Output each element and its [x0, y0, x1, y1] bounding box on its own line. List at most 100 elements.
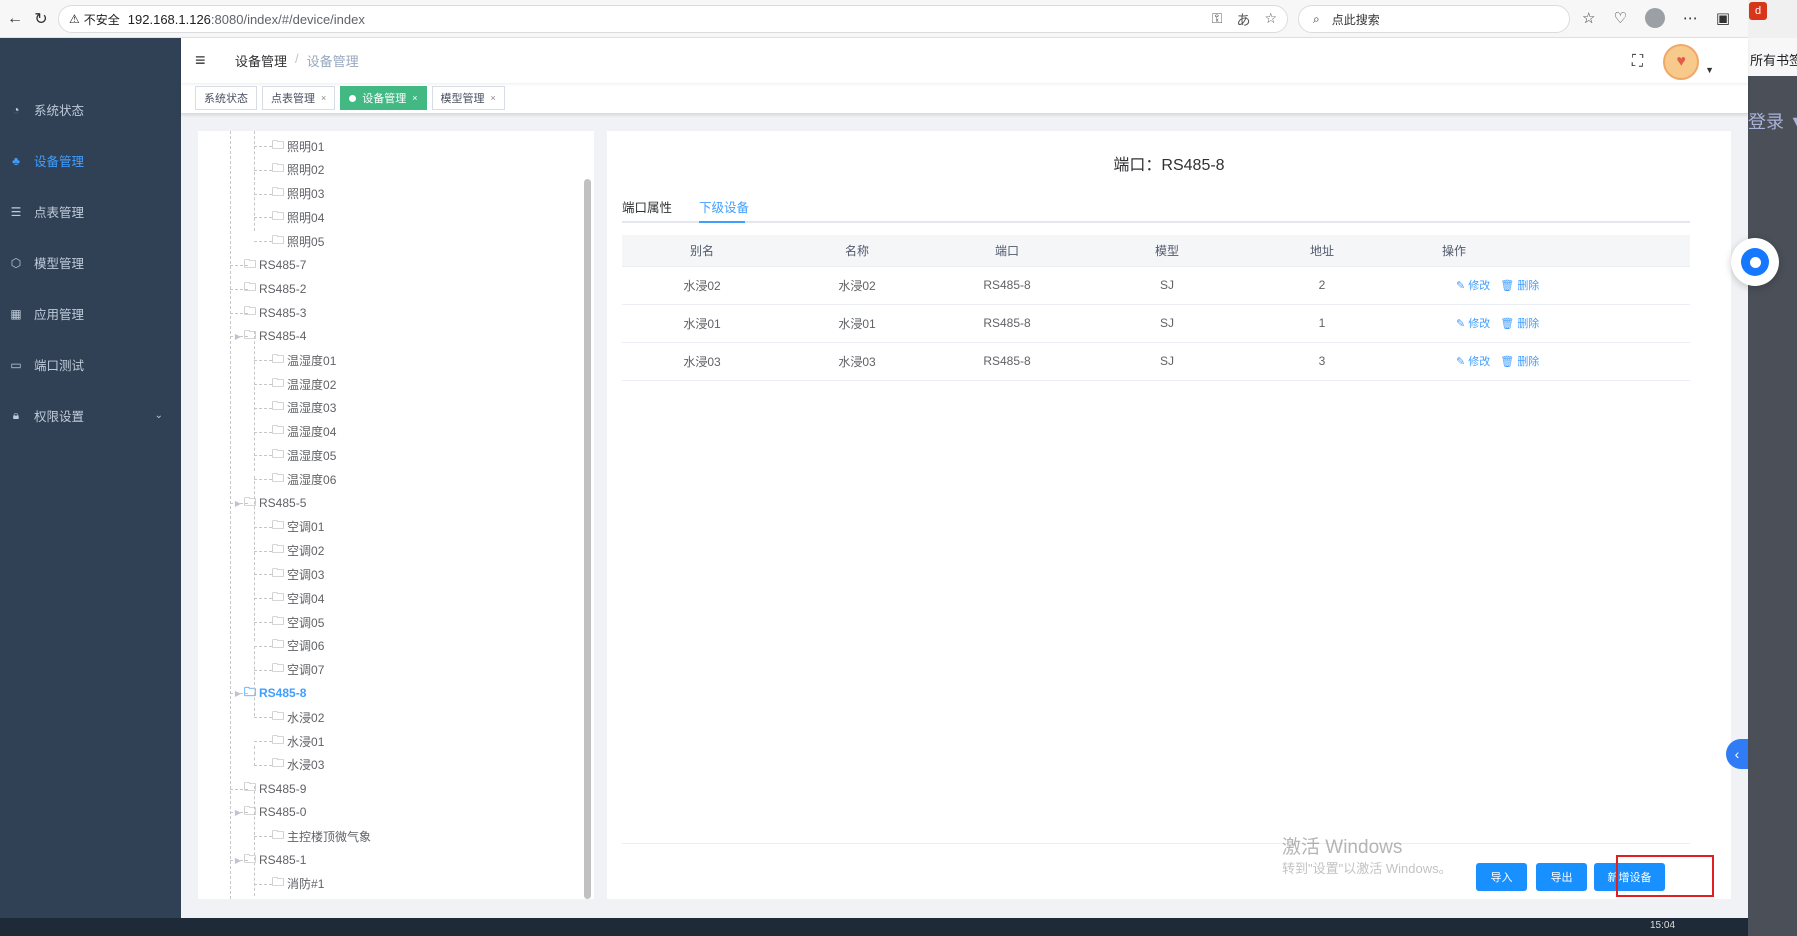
- export-button[interactable]: 导出: [1536, 863, 1587, 891]
- tree-device-node[interactable]: 🗀 空调05: [272, 611, 324, 633]
- folder-icon: 🗀: [244, 256, 257, 271]
- tree-device-node[interactable]: 🗀 空调02: [272, 540, 324, 562]
- device-tree: 🗀 照明01 🗀 照明02 🗀 照明03 🗀 照明04 🗀 照明05 🗀 RS485-7 🗀 RS485-…: [198, 131, 594, 899]
- folder-icon: 🗀: [272, 375, 285, 390]
- tree-guide-line: [254, 131, 255, 231]
- tree-device-node[interactable]: 🗀 照明01: [272, 135, 324, 157]
- folder-icon: 🗀: [272, 161, 285, 176]
- edit-icon: ✎: [1456, 318, 1466, 330]
- tree-device-node[interactable]: 🗀 水浸02: [272, 706, 324, 728]
- tree-device-node[interactable]: 🗀 空调03: [272, 563, 324, 585]
- tree-device-node[interactable]: 🗀 水浸03: [272, 754, 324, 776]
- sidebar-item-port-test[interactable]: ▭ 端口测试: [0, 339, 181, 390]
- tree-guide-line: [254, 331, 255, 471]
- import-button[interactable]: 导入: [1476, 863, 1527, 891]
- close-icon[interactable]: ×: [491, 93, 496, 103]
- tag-model-management[interactable]: 模型管理 ×: [431, 86, 505, 110]
- favorites-icon[interactable]: ☆: [1582, 9, 1595, 27]
- tree-device-node[interactable]: 🗀 消防#1: [272, 873, 324, 895]
- chat-widget[interactable]: [1731, 238, 1779, 286]
- panel-toggle-chevron-left-icon[interactable]: ‹: [1726, 739, 1748, 769]
- caret-down-icon[interactable]: ▼: [1705, 65, 1714, 75]
- tree-device-node[interactable]: 🗀 空调06: [272, 635, 324, 657]
- breadcrumb: 设备管理 / 设备管理: [235, 51, 359, 70]
- sidebar-toggle-icon[interactable]: ▣: [1716, 9, 1730, 27]
- browser-search-box[interactable]: ⌕ 点此搜索: [1298, 5, 1570, 33]
- edit-button[interactable]: ✎ 修改: [1456, 277, 1490, 293]
- tree-device-node[interactable]: 🗀 温湿度05: [272, 444, 336, 466]
- delete-button[interactable]: 🗑︎ 删除: [1500, 353, 1539, 369]
- edit-button[interactable]: ✎ 修改: [1456, 353, 1490, 369]
- tree-port-node[interactable]: ▶ 🗀 RS485-1: [232, 849, 306, 871]
- tree-device-node[interactable]: 🗀 空调07: [272, 659, 324, 681]
- caret-right-icon[interactable]: ▶: [232, 856, 244, 865]
- trash-icon: 🗑︎: [1500, 356, 1515, 368]
- breadcrumb-item[interactable]: 设备管理: [235, 51, 287, 70]
- tab-port-properties[interactable]: 端口属性: [622, 197, 672, 216]
- tree-port-node[interactable]: 🗀 RS485-7: [232, 254, 306, 276]
- caret-right-icon[interactable]: ▶: [232, 499, 244, 508]
- profile-avatar[interactable]: [1644, 8, 1665, 28]
- health-icon[interactable]: ♡: [1613, 9, 1626, 27]
- warning-icon: ⚠: [69, 12, 80, 26]
- key-icon[interactable]: ⚿: [1212, 10, 1223, 30]
- url-text: 192.168.1.126:8080/index/#/device/index: [127, 11, 365, 27]
- tree-connector: [254, 645, 272, 647]
- login-link[interactable]: 登录 ▼: [1748, 108, 1797, 134]
- tree-port-node[interactable]: 🗀 RS485-9: [232, 778, 306, 800]
- tree-device-node[interactable]: 🗀 空调04: [272, 587, 324, 609]
- sidebar-item-app-management[interactable]: ▦ 应用管理: [0, 288, 181, 339]
- delete-button[interactable]: 🗑︎ 删除: [1500, 277, 1539, 293]
- edit-button[interactable]: ✎ 修改: [1456, 315, 1490, 331]
- delete-button[interactable]: 🗑︎ 删除: [1500, 315, 1539, 331]
- caret-right-icon[interactable]: ▶: [232, 689, 244, 698]
- tree-device-node[interactable]: 🗀 温湿度06: [272, 468, 336, 490]
- tree-port-node[interactable]: 🗀 RS485-2: [232, 278, 306, 300]
- star-icon[interactable]: ☆: [1264, 10, 1277, 30]
- security-indicator[interactable]: ⚠ 不安全: [69, 11, 120, 28]
- sidebar-item-permissions[interactable]: 🔒︎ 权限设置 ⌄: [0, 390, 181, 441]
- sidebar-item-model-management[interactable]: ⬡ 模型管理: [0, 237, 181, 288]
- fullscreen-icon[interactable]: ⛶: [1632, 53, 1643, 71]
- tag-system-status[interactable]: 系统状态: [195, 86, 257, 110]
- tree-device-node[interactable]: 🗀 温湿度01: [272, 349, 336, 371]
- tree-port-node[interactable]: ▶ 🗀 RS485-0: [232, 801, 306, 823]
- caret-right-icon[interactable]: ▶: [232, 808, 244, 817]
- more-icon[interactable]: ⋯: [1683, 9, 1698, 27]
- tag-point-table[interactable]: 点表管理 ×: [262, 86, 336, 110]
- tree-device-node[interactable]: 🗀 照明02: [272, 159, 324, 181]
- translate-icon[interactable]: あ: [1236, 10, 1250, 30]
- tree-device-node[interactable]: 🗀 主控楼顶微气象: [272, 825, 371, 847]
- hamburger-icon[interactable]: ≡: [195, 50, 215, 71]
- folder-icon: 🗀: [272, 351, 285, 366]
- reload-icon[interactable]: ↻: [30, 8, 52, 30]
- tree-connector: [254, 479, 272, 481]
- sidebar-item-system-status[interactable]: ◔ 系统状态: [0, 84, 181, 135]
- back-icon[interactable]: ←: [4, 8, 26, 30]
- close-icon[interactable]: ×: [321, 93, 326, 103]
- tree-device-node[interactable]: 🗀 照明05: [272, 230, 324, 252]
- folder-icon: 🗀: [272, 518, 285, 533]
- tree-device-node[interactable]: 🗀 水浸01: [272, 730, 324, 752]
- tab-sub-devices[interactable]: 下级设备: [699, 197, 749, 216]
- sidebar-item-device-management[interactable]: ♣ 设备管理: [0, 135, 181, 186]
- caret-right-icon[interactable]: ▶: [232, 332, 244, 341]
- tree-device-node[interactable]: 🗀 温湿度02: [272, 373, 336, 395]
- tree-port-node[interactable]: ▶ 🗀 RS485-4: [232, 325, 306, 347]
- tree-device-node[interactable]: 🗀 温湿度04: [272, 421, 336, 443]
- tree-device-node[interactable]: 🗀 照明04: [272, 206, 324, 228]
- tree-port-node[interactable]: 🗀 RS485-3: [232, 302, 306, 324]
- tag-device-management[interactable]: 设备管理 ×: [340, 86, 427, 110]
- address-bar[interactable]: ⚠ 不安全 192.168.1.126:8080/index/#/device/…: [58, 5, 1288, 33]
- tree-scrollbar[interactable]: [584, 179, 591, 899]
- close-icon[interactable]: ×: [412, 93, 417, 103]
- tree-device-node[interactable]: 🗀 照明03: [272, 183, 324, 205]
- sidebar-item-point-table[interactable]: ☰ 点表管理: [0, 186, 181, 237]
- user-avatar[interactable]: ♥: [1663, 44, 1700, 80]
- tree-port-node[interactable]: ▶ 🗀 RS485-5: [232, 492, 306, 514]
- tree-connector: [254, 550, 272, 552]
- tree-device-node[interactable]: 🗀 温湿度03: [272, 397, 336, 419]
- bookmarks-label[interactable]: 所有书签: [1748, 38, 1797, 76]
- tree-device-node[interactable]: 🗀 空调01: [272, 516, 324, 538]
- tree-port-node[interactable]: ▶ 🗀 RS485-8: [232, 682, 306, 704]
